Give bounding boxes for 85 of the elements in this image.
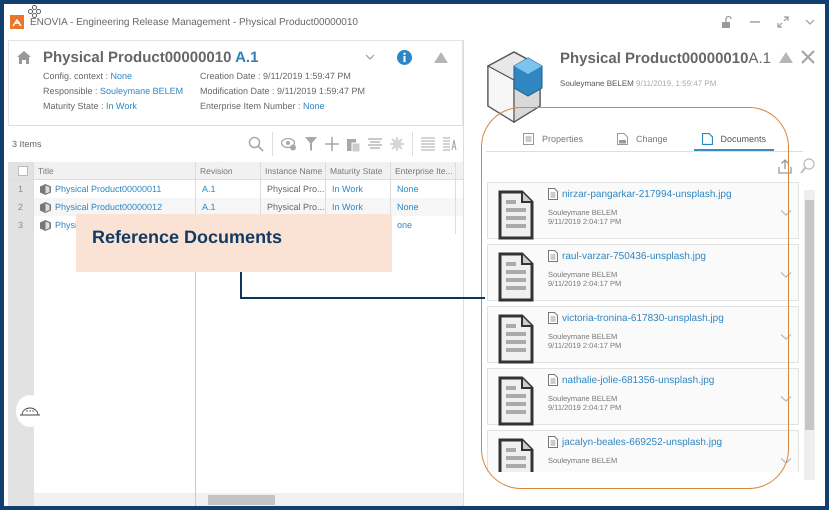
window-title: ENOVIA - Engineering Release Management - Physical Product00000010 [30,16,358,28]
file-icon [548,374,558,386]
chevron-down-icon[interactable] [365,53,375,61]
part-icon [40,220,51,230]
document-link[interactable]: nirzar-pangarkar-217994-unsplash.jpg [562,188,732,200]
table-cell: None [397,184,419,194]
filter-icon[interactable] [305,136,317,152]
document-thumbnail-icon [498,376,534,426]
attribute-field: Enterprise Item Number : None [200,101,452,111]
tab[interactable]: Change [608,129,676,151]
callout-label: Reference Documents [76,214,392,272]
table-cell: one [397,220,412,230]
table-cell: Physical Pro... [267,202,325,212]
list-view-icon[interactable] [421,137,435,151]
chevron-down-icon[interactable] [780,271,792,279]
part-icon [40,184,51,194]
page-icon [616,133,628,145]
object-title: Physical Product00000010 A.1 [43,48,258,66]
eye-gear-icon[interactable] [281,137,297,151]
attribute-field: Modification Date : 9/11/2019 1:59:47 PM [200,86,452,96]
vertical-scrollbar[interactable] [804,190,815,480]
file-icon [548,312,558,324]
table-cell[interactable]: Physical Product00000012 [55,202,162,212]
file-icon [548,436,558,448]
table-cell: None [397,202,419,212]
tab[interactable]: Properties [514,129,591,151]
document-link[interactable]: victoria-tronina-617830-unsplash.jpg [562,312,724,324]
expand-icon[interactable] [777,16,789,28]
info-icon[interactable] [397,50,412,64]
paste-icon[interactable] [347,136,360,152]
table-cell: In Work [332,202,363,212]
align-icon[interactable] [368,138,382,150]
upload-icon[interactable] [778,158,792,174]
home-icon[interactable] [17,50,31,64]
attribute-field: Maturity State : In Work [43,101,200,111]
settings-icon[interactable] [390,137,404,151]
table-cell: In Work [332,184,363,194]
table-cell: Physical Pro... [267,184,325,194]
author-info: Souleymane BELEM 9/11/2019, 1:59:47 PM [560,79,718,88]
table-cell: A.1 [202,202,216,212]
attribute-field: Config. context : None [43,71,200,81]
row-number: 3 [8,216,34,234]
add-icon[interactable] [325,137,339,151]
list-icon [522,133,534,145]
chevron-down-icon[interactable] [780,209,792,217]
chevron-down-icon[interactable] [780,395,792,403]
document-link[interactable]: raul-varzar-750436-unsplash.jpg [562,250,706,262]
row-number: 2 [8,198,34,216]
search-icon[interactable] [248,136,264,152]
item-count: 3 Items [12,139,42,149]
table-cell: A.1 [202,184,216,194]
scrollbar-corner [8,493,34,506]
close-icon[interactable] [801,50,815,64]
move-cursor-icon [28,5,41,18]
table-cell[interactable]: Physical Product00000011 [55,184,162,194]
document-link[interactable]: nathalie-jolie-681356-unsplash.jpg [562,374,714,386]
tab[interactable]: Documents [694,129,774,151]
horizontal-scrollbar[interactable] [196,493,463,506]
document-thumbnail-icon [498,190,534,240]
chevron-down-icon[interactable] [780,457,792,465]
attribute-field: Creation Date : 9/11/2019 1:59:47 PM [200,71,452,81]
column-header[interactable]: Revision [196,162,261,179]
document-link[interactable]: jacalyn-beales-669252-unsplash.jpg [562,436,722,448]
collapse-up-icon[interactable] [779,52,793,62]
search-settings-icon[interactable] [800,158,815,174]
chevron-down-icon[interactable] [780,333,792,341]
file-icon [548,250,558,262]
column-header[interactable]: Maturity State [326,162,391,179]
column-header[interactable]: Instance Name [261,162,326,179]
document-thumbnail-icon [498,252,534,302]
column-header[interactable]: Enterprise Ite... [391,162,456,179]
details-title: Physical Product00000010A.1 [560,50,772,67]
document-thumbnail-icon [498,314,534,364]
app-logo-icon [10,15,24,29]
collapse-up-icon[interactable] [434,52,448,62]
sort-text-icon[interactable] [443,137,457,151]
part-icon [40,202,51,212]
unlock-icon[interactable] [721,15,733,29]
file-icon [548,188,558,200]
column-header[interactable]: Title [34,162,196,179]
row-number: 1 [8,180,34,198]
attribute-field: Responsible : Souleymane BELEM [43,86,200,96]
chevron-down-icon[interactable] [805,18,815,26]
document-icon [702,133,713,145]
select-all-checkbox[interactable] [18,166,28,176]
